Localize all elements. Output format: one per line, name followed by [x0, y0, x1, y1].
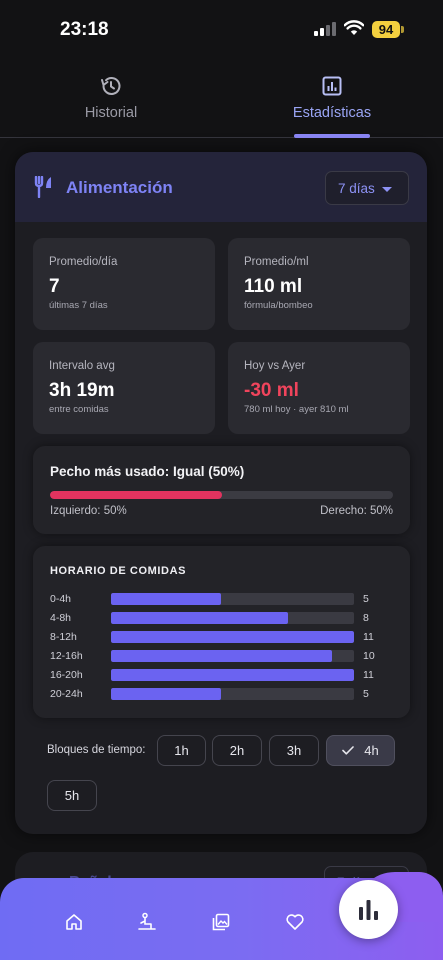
schedule-bar-fill [111, 688, 222, 700]
schedule-row: 12-16h 10 [50, 650, 393, 662]
schedule-row: 4-8h 8 [50, 612, 393, 624]
baby-icon[interactable] [137, 912, 157, 932]
time-block-3h-button[interactable]: 3h [269, 735, 319, 766]
stat-label: Intervalo avg [49, 360, 115, 372]
fork-knife-icon [34, 176, 51, 198]
time-blocks-label: Bloques de tiempo: [47, 744, 146, 756]
breast-right-label: Derecho: 50% [320, 505, 393, 517]
stat-value: -30 ml [244, 380, 299, 401]
schedule-row: 20-24h 5 [50, 688, 393, 700]
breast-usage-title: Pecho más usado: Igual (50%) [50, 464, 245, 479]
cellular-signal-icon [314, 22, 336, 36]
wifi-icon [344, 20, 364, 35]
schedule-row-value: 11 [363, 669, 374, 681]
breast-usage-bar [50, 491, 393, 499]
schedule-row-label: 12-16h [50, 650, 83, 662]
time-block-4h-button[interactable]: 4h [326, 735, 395, 766]
active-tab-indicator [294, 134, 370, 138]
schedule-bar-track [111, 688, 354, 700]
schedule-row-label: 16-20h [50, 669, 83, 681]
tab-estadisticas-label: Estadísticas [292, 105, 372, 121]
schedule-row-label: 20-24h [50, 688, 83, 700]
schedule-row-value: 11 [363, 631, 374, 643]
stat-label: Promedio/ml [244, 256, 309, 268]
status-time: 23:18 [60, 19, 109, 40]
chevron-down-icon [382, 187, 392, 192]
feeding-schedule-panel: HORARIO DE COMIDAS 0-4h 5 4-8h 8 8-12h 1… [33, 546, 410, 718]
schedule-bar-fill [111, 650, 332, 662]
period-value: 7 días [338, 181, 375, 196]
stat-label: Promedio/día [49, 256, 118, 268]
stat-intervalo: Intervalo avg 3h 19m entre comidas [33, 342, 215, 434]
feeding-stats-card: Alimentación 7 días Promedio/día 7 últim… [15, 152, 427, 834]
feeding-card-header: Alimentación 7 días [15, 152, 427, 222]
stat-subtitle: entre comidas [49, 404, 109, 415]
stat-subtitle: últimas 7 días [49, 300, 108, 311]
schedule-bar-track [111, 593, 354, 605]
stat-value: 3h 19m [49, 380, 115, 401]
gallery-icon[interactable] [211, 912, 231, 932]
time-block-2h-button[interactable]: 2h [212, 735, 262, 766]
stats-fab-button[interactable] [339, 880, 398, 939]
tab-estadisticas[interactable]: Estadísticas [262, 74, 402, 122]
breast-left-fill [50, 491, 222, 499]
breast-usage-panel: Pecho más usado: Igual (50%) Izquierdo: … [33, 446, 410, 534]
tab-bar: Historial Estadísticas [0, 60, 443, 138]
stat-subtitle: 780 ml hoy · ayer 810 ml [244, 404, 349, 415]
schedule-row-value: 10 [363, 650, 375, 662]
schedule-title: HORARIO DE COMIDAS [50, 565, 187, 577]
checkmark-icon [342, 746, 355, 755]
stat-promedio-dia: Promedio/día 7 últimas 7 días [33, 238, 215, 330]
time-block-1h-button[interactable]: 1h [157, 735, 206, 766]
time-block-5h-button[interactable]: 5h [47, 780, 97, 811]
stat-subtitle: fórmula/bombeo [244, 300, 313, 311]
schedule-row: 8-12h 11 [50, 631, 393, 643]
breast-left-label: Izquierdo: 50% [50, 505, 127, 517]
schedule-row-label: 4-8h [50, 612, 72, 624]
stat-hoy-vs-ayer: Hoy vs Ayer -30 ml 780 ml hoy · ayer 810… [228, 342, 410, 434]
schedule-row: 16-20h 11 [50, 669, 393, 681]
history-icon [101, 77, 121, 95]
home-icon[interactable] [64, 912, 84, 932]
time-block-4h-label: 4h [364, 743, 379, 758]
schedule-bar-fill [111, 593, 222, 605]
schedule-row-value: 5 [363, 688, 369, 700]
stat-label: Hoy vs Ayer [244, 360, 306, 372]
schedule-bar-track [111, 650, 354, 662]
schedule-bar-track [111, 669, 354, 681]
period-dropdown[interactable]: 7 días [325, 171, 409, 205]
tab-historial-label: Historial [84, 105, 138, 121]
chart-icon [322, 76, 342, 96]
schedule-bar-track [111, 631, 354, 643]
status-bar: 23:18 94 [0, 0, 443, 60]
tab-historial[interactable]: Historial [41, 74, 181, 122]
schedule-row-label: 8-12h [50, 631, 77, 643]
schedule-row-label: 0-4h [50, 593, 72, 605]
stat-promedio-ml: Promedio/ml 110 ml fórmula/bombeo [228, 238, 410, 330]
schedule-bar-track [111, 612, 354, 624]
schedule-row: 0-4h 5 [50, 593, 393, 605]
schedule-bar-fill [111, 612, 288, 624]
bar-chart-icon [359, 900, 378, 920]
stat-value: 7 [49, 276, 60, 297]
heart-icon[interactable] [285, 912, 305, 932]
feeding-title: Alimentación [66, 178, 173, 197]
stat-value: 110 ml [244, 276, 303, 297]
schedule-bar-fill [111, 631, 354, 643]
schedule-bar-fill [111, 669, 354, 681]
battery-indicator: 94 [372, 21, 400, 38]
battery-tip [401, 26, 404, 33]
schedule-row-value: 8 [363, 612, 369, 624]
schedule-row-value: 5 [363, 593, 369, 605]
